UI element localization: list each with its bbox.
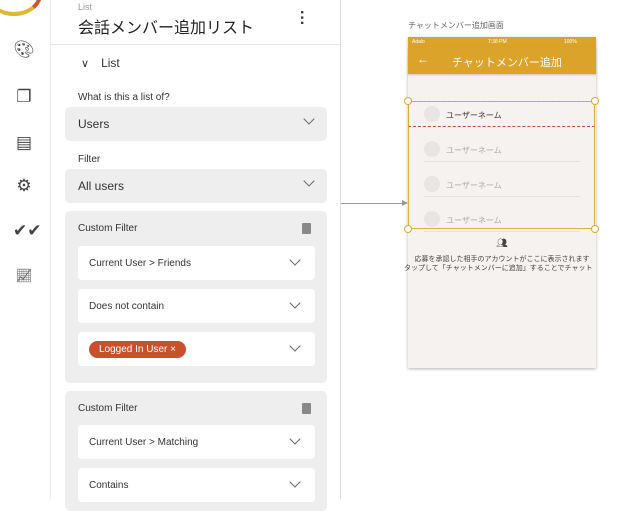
chevron-down-icon: [289, 476, 301, 488]
component-title[interactable]: 会話メンバー追加リスト: [78, 14, 254, 38]
value-chip[interactable]: Logged In User ×: [89, 341, 187, 358]
list-item-highlight: [408, 101, 595, 127]
trash-icon[interactable]: [302, 403, 311, 414]
app-bar: ← チャットメンバー追加: [408, 47, 596, 74]
status-bar: Adalo 7:38 PM 100%: [408, 37, 596, 47]
trash-icon[interactable]: [302, 223, 311, 234]
more-options-icon[interactable]: ···: [292, 10, 310, 26]
add-group-icon: 👥︎: [496, 238, 508, 248]
list-of-select[interactable]: Users: [65, 107, 327, 141]
resize-handle[interactable]: [404, 97, 412, 105]
filter-comparator-select[interactable]: Contains: [78, 468, 315, 502]
screens-icon[interactable]: ❐: [13, 87, 35, 107]
filter-value-select[interactable]: Logged In User ×: [78, 332, 315, 366]
filter-field-select[interactable]: Current User > Matching: [78, 425, 315, 459]
custom-filter-title: Custom Filter: [78, 223, 138, 234]
palette-icon[interactable]: 🎨︎: [13, 40, 35, 60]
properties-panel: List 会話メンバー追加リスト ··· ∨ List What is this …: [50, 0, 341, 511]
chevron-down-icon: [289, 297, 301, 309]
filter-comparator-select[interactable]: Does not contain: [78, 289, 315, 323]
publish-check-icon[interactable]: ✔✔: [13, 221, 42, 241]
filter-select[interactable]: All users: [65, 169, 327, 203]
app-bar-title: チャットメンバー追加: [452, 57, 562, 69]
chevron-down-icon: [289, 433, 301, 445]
left-toolbar: 🎨︎ ❐ ▤ ⚙ ✔✔ 📈︎: [0, 0, 50, 499]
app-logo[interactable]: [0, 0, 42, 16]
chevron-down-icon: [289, 254, 301, 266]
component-type: List: [78, 2, 93, 12]
resize-handle[interactable]: [591, 225, 599, 233]
custom-filter-1: Custom Filter Current User > Friends Doe…: [65, 211, 327, 383]
chevron-down-icon: [289, 340, 301, 352]
chevron-down-icon: [303, 175, 315, 187]
database-icon[interactable]: ▤: [13, 133, 35, 153]
custom-filter-title: Custom Filter: [78, 403, 138, 414]
section-toggle[interactable]: ∨ List: [81, 56, 120, 70]
screen-name[interactable]: チャットメンバー追加画面: [408, 20, 504, 31]
link-connector: [341, 203, 403, 204]
filter-field-select[interactable]: Current User > Friends: [78, 246, 315, 280]
resize-handle[interactable]: [591, 97, 599, 105]
analytics-icon[interactable]: 📈︎: [13, 266, 35, 286]
resize-handle[interactable]: [404, 225, 412, 233]
empty-message: タップして「チャットメンバーに追加」することでチャットを: [404, 265, 592, 272]
chevron-down-icon: [303, 113, 315, 125]
gear-icon[interactable]: ⚙: [13, 176, 35, 196]
filter-label: Filter: [78, 154, 101, 165]
chevron-down-icon: ∨: [81, 58, 90, 70]
list-of-label: What is this a list of?: [78, 92, 170, 103]
custom-filter-2: Custom Filter Current User > Matching Co…: [65, 391, 327, 511]
back-arrow-icon[interactable]: ←: [417, 52, 429, 66]
